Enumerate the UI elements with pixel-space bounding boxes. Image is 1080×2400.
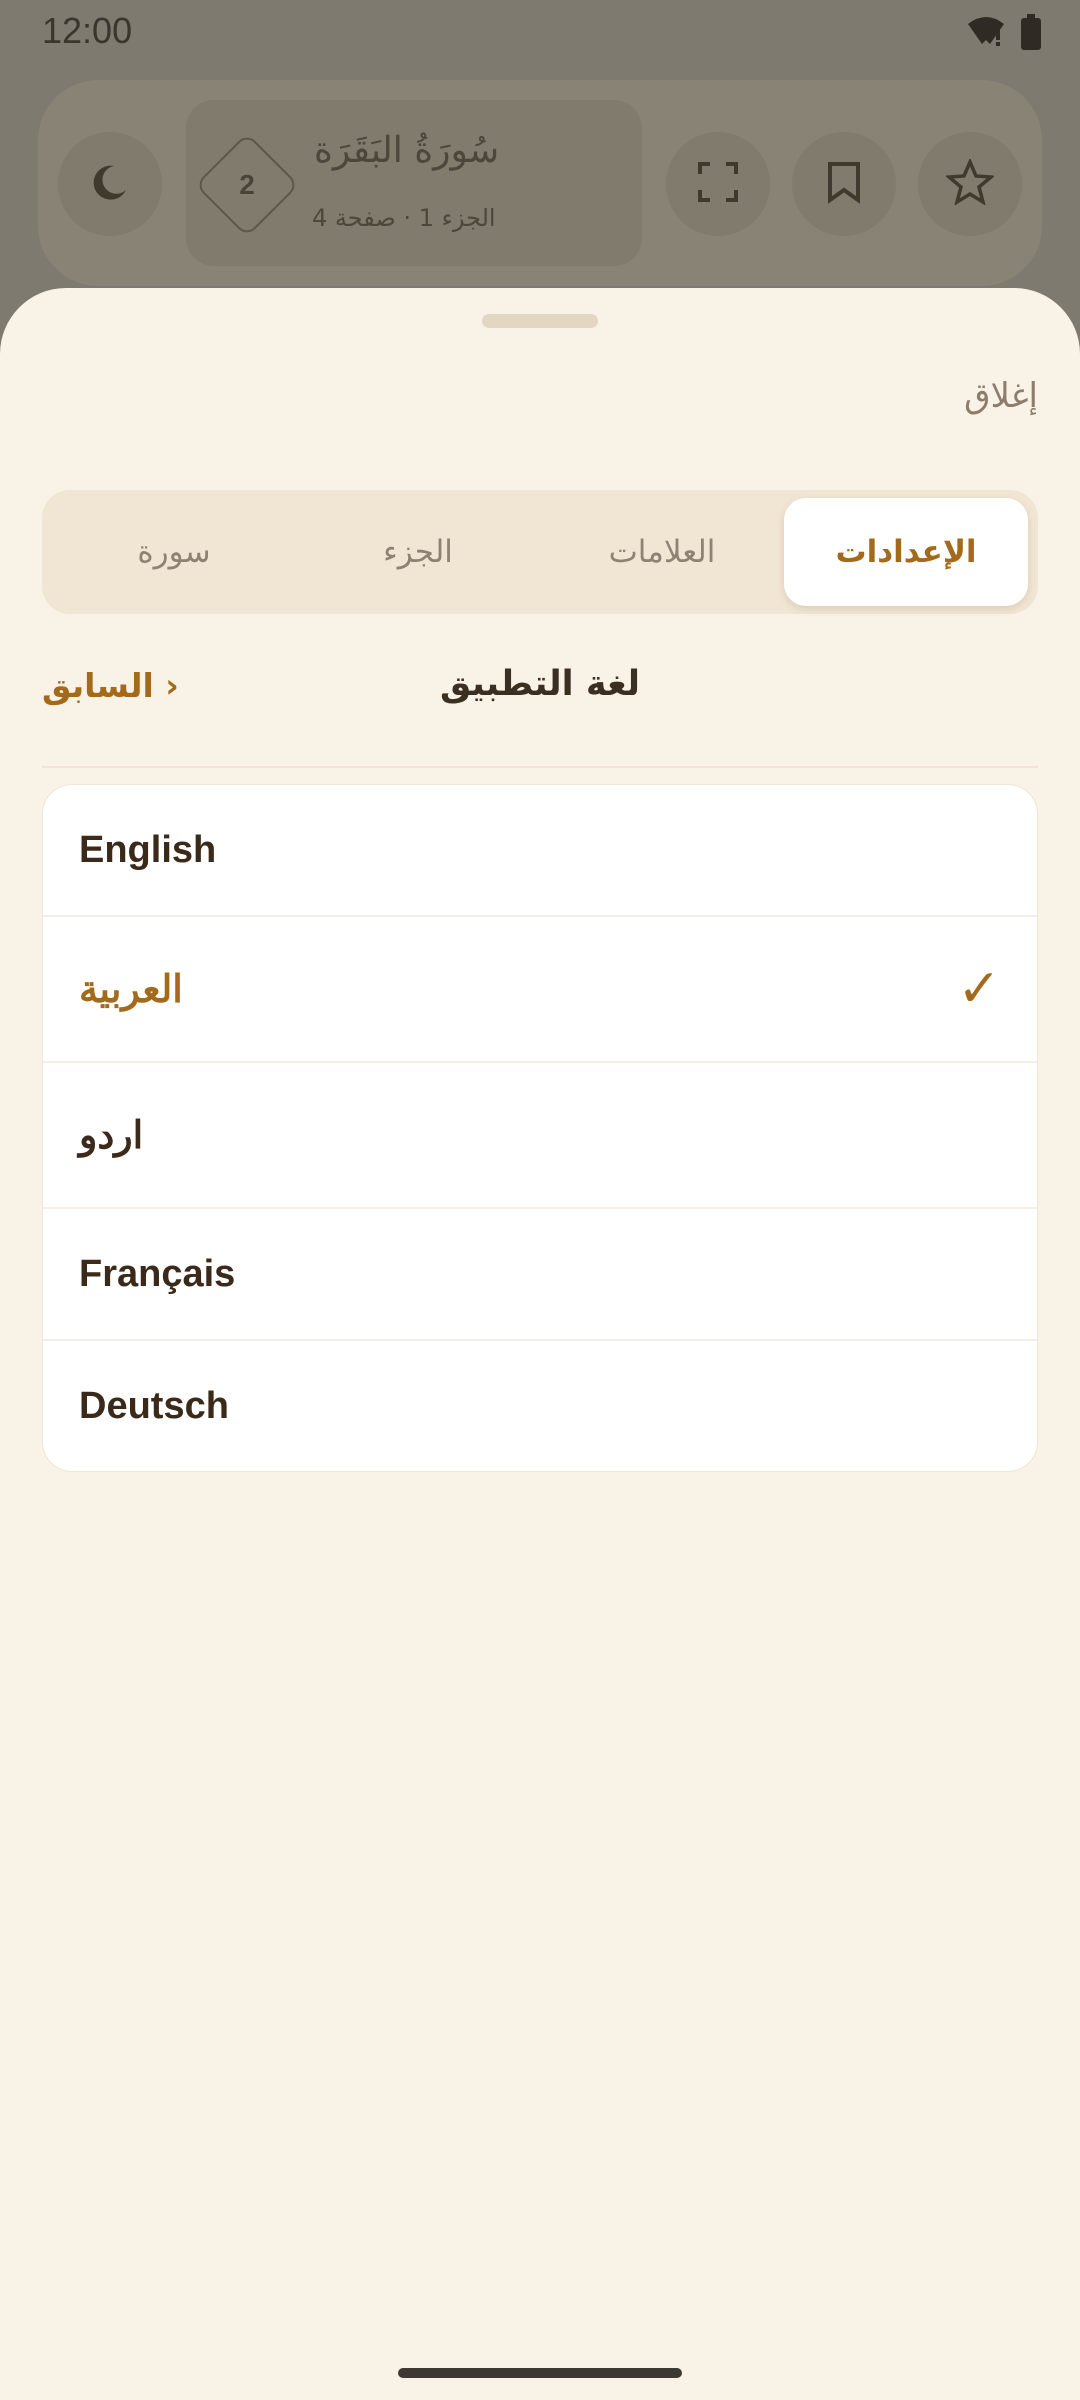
fullscreen-button[interactable] (666, 132, 770, 236)
status-icons (966, 14, 1042, 54)
language-label: اردو (79, 1114, 144, 1157)
moon-icon (88, 160, 132, 208)
page-number-badge: 2 (239, 169, 255, 200)
language-option-arabic[interactable]: العربية ✓ (43, 917, 1037, 1063)
language-option-english[interactable]: English (43, 785, 1037, 917)
language-option-urdu[interactable]: اردو (43, 1063, 1037, 1209)
reader-top-bar: 2 سُورَةُ البَقَرَة الجزء 1 · صفحة 4 (38, 80, 1042, 286)
tab-bar: الإعدادات العلامات الجزء سورة (42, 490, 1038, 614)
fullscreen-icon (696, 160, 740, 208)
language-option-german[interactable]: Deutsch (43, 1341, 1037, 1471)
tab-settings[interactable]: الإعدادات (784, 498, 1028, 606)
language-label: English (79, 828, 217, 871)
language-label: Deutsch (79, 1384, 229, 1427)
wifi-icon (966, 16, 1006, 52)
status-time: 12:00 (42, 10, 133, 51)
language-label: العربية (79, 968, 183, 1011)
star-icon (944, 157, 996, 209)
bookmark-icon (824, 160, 864, 208)
tab-bookmarks[interactable]: العلامات (540, 498, 784, 606)
language-option-french[interactable]: Français (43, 1209, 1037, 1341)
checkmark-icon: ✓ (957, 959, 1001, 1019)
juz-page-subtitle: الجزء 1 · صفحة 4 (312, 204, 496, 232)
status-bar: 12:00 (0, 0, 1080, 62)
favorite-button[interactable] (918, 132, 1022, 236)
night-mode-button[interactable] (58, 132, 162, 236)
language-list: English العربية ✓ اردو Français Deutsch (42, 784, 1038, 1472)
section-header: السابق › لغة التطبيق (42, 658, 1038, 768)
battery-icon (1020, 14, 1042, 54)
sheet-drag-handle[interactable] (482, 314, 598, 328)
divider (42, 766, 1038, 768)
section-title: لغة التطبيق (440, 664, 640, 704)
surah-name: سُورَةُ البَقَرَة (314, 130, 500, 171)
surah-info-button[interactable]: 2 سُورَةُ البَقَرَة الجزء 1 · صفحة 4 (186, 100, 642, 266)
tab-surah[interactable]: سورة (52, 498, 296, 606)
home-indicator[interactable] (398, 2368, 682, 2378)
close-button[interactable]: إغلاق (964, 376, 1038, 416)
bookmark-button[interactable] (792, 132, 896, 236)
settings-bottom-sheet: إغلاق الإعدادات العلامات الجزء سورة السا… (0, 288, 1080, 2400)
tab-juz[interactable]: الجزء (296, 498, 540, 606)
language-label: Français (79, 1252, 236, 1295)
